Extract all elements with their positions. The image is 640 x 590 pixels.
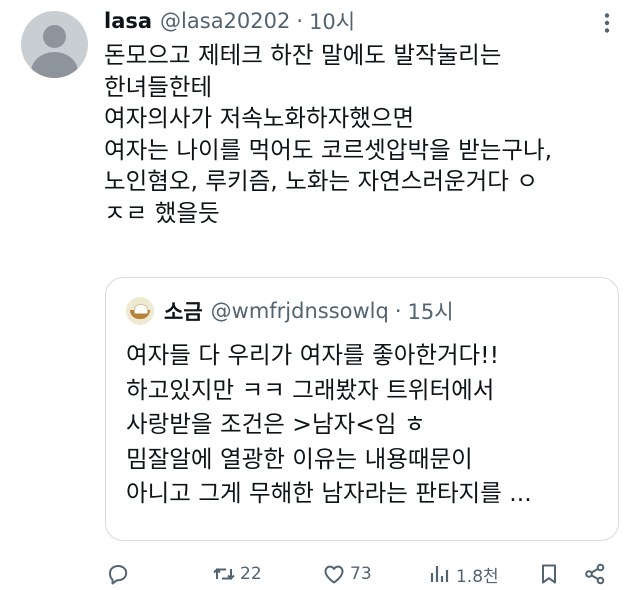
tweet-line: 돈모으고 제테크 하잔 말에도 발작눌리는 bbox=[104, 41, 502, 69]
bookmark-icon bbox=[542, 564, 556, 584]
like-button[interactable]: 73 bbox=[322, 560, 372, 588]
share-icon bbox=[585, 563, 605, 585]
quoted-line: 밈잘알에 열광한 이유는 내용때문이 bbox=[126, 444, 473, 473]
bookmark-button[interactable] bbox=[537, 560, 561, 588]
views-button[interactable]: 1.8천 bbox=[428, 560, 499, 588]
retweet-icon bbox=[213, 568, 235, 580]
reply-button[interactable] bbox=[106, 560, 130, 588]
quoted-header: 소금 @wmfrjdnssowlq · 15시 bbox=[126, 296, 454, 326]
tweet-timestamp[interactable]: 10시 bbox=[309, 6, 355, 36]
quoted-author-name: 소금 bbox=[164, 300, 203, 324]
tweet-text: 돈모으고 제테크 하잔 말에도 발작눌리는 한녀들한테 여자의사가 저속노화하자… bbox=[104, 40, 624, 229]
retweet-button[interactable]: 22 bbox=[212, 560, 262, 588]
quoted-line: 사랑받을 조건은 >남자<임 ㅎ bbox=[126, 410, 426, 438]
quoted-tweet-card[interactable]: 소금 @wmfrjdnssowlq · 15시 여자들 다 우리가 여자를 좋아… bbox=[105, 277, 619, 541]
tweet-actions: 22 73 1.8천 bbox=[0, 560, 640, 588]
reply-icon bbox=[109, 565, 128, 585]
avatar-head bbox=[43, 25, 66, 48]
tweet-line: 노인혐오, 루키즘, 노화는 자연스러운거다 ㅇ bbox=[104, 167, 538, 195]
tweet-line: 여자의사가 저속노화하자했으면 bbox=[104, 104, 415, 132]
quoted-line: 여자들 다 우리가 여자를 좋아한거다!! bbox=[126, 341, 500, 369]
quoted-separator: · bbox=[394, 299, 402, 323]
views-count: 1.8천 bbox=[456, 566, 499, 587]
quoted-line: 하고있지만 ㅋㅋ 그래봤자 트위터에서 bbox=[126, 375, 495, 404]
avatar-body bbox=[31, 52, 78, 78]
views-chart-icon bbox=[430, 566, 449, 582]
header-separator: · bbox=[296, 9, 304, 33]
tweet-line: 한녀들한테 bbox=[104, 72, 213, 101]
author-name[interactable]: lasa bbox=[104, 9, 152, 33]
like-count: 73 bbox=[350, 564, 372, 584]
tweet-line: ㅈㄹ 했을듯 bbox=[104, 198, 220, 227]
tweet-header: lasa @lasa20202 · 10시 bbox=[104, 6, 355, 36]
author-handle[interactable]: @lasa20202 bbox=[160, 9, 290, 33]
author-avatar[interactable] bbox=[21, 11, 88, 78]
share-button[interactable] bbox=[583, 560, 607, 588]
tweet-line: 여자는 나이를 먹어도 코르셋압박을 받는구나, bbox=[104, 135, 553, 164]
quoted-author-handle: @wmfrjdnssowlq bbox=[210, 299, 389, 323]
quoted-text: 여자들 다 우리가 여자를 좋아한거다!! 하고있지만 ㅋㅋ 그래봤자 트위터에… bbox=[126, 338, 532, 511]
quoted-line: 아니고 그게 무해한 남자라는 판타지를 ... bbox=[126, 479, 532, 507]
more-options-icon[interactable] bbox=[596, 12, 618, 34]
salt-pile-icon bbox=[134, 304, 148, 314]
retweet-count: 22 bbox=[240, 564, 262, 584]
quoted-author-avatar bbox=[126, 297, 154, 325]
heart-icon bbox=[324, 565, 344, 584]
quoted-timestamp: 15시 bbox=[407, 300, 454, 324]
